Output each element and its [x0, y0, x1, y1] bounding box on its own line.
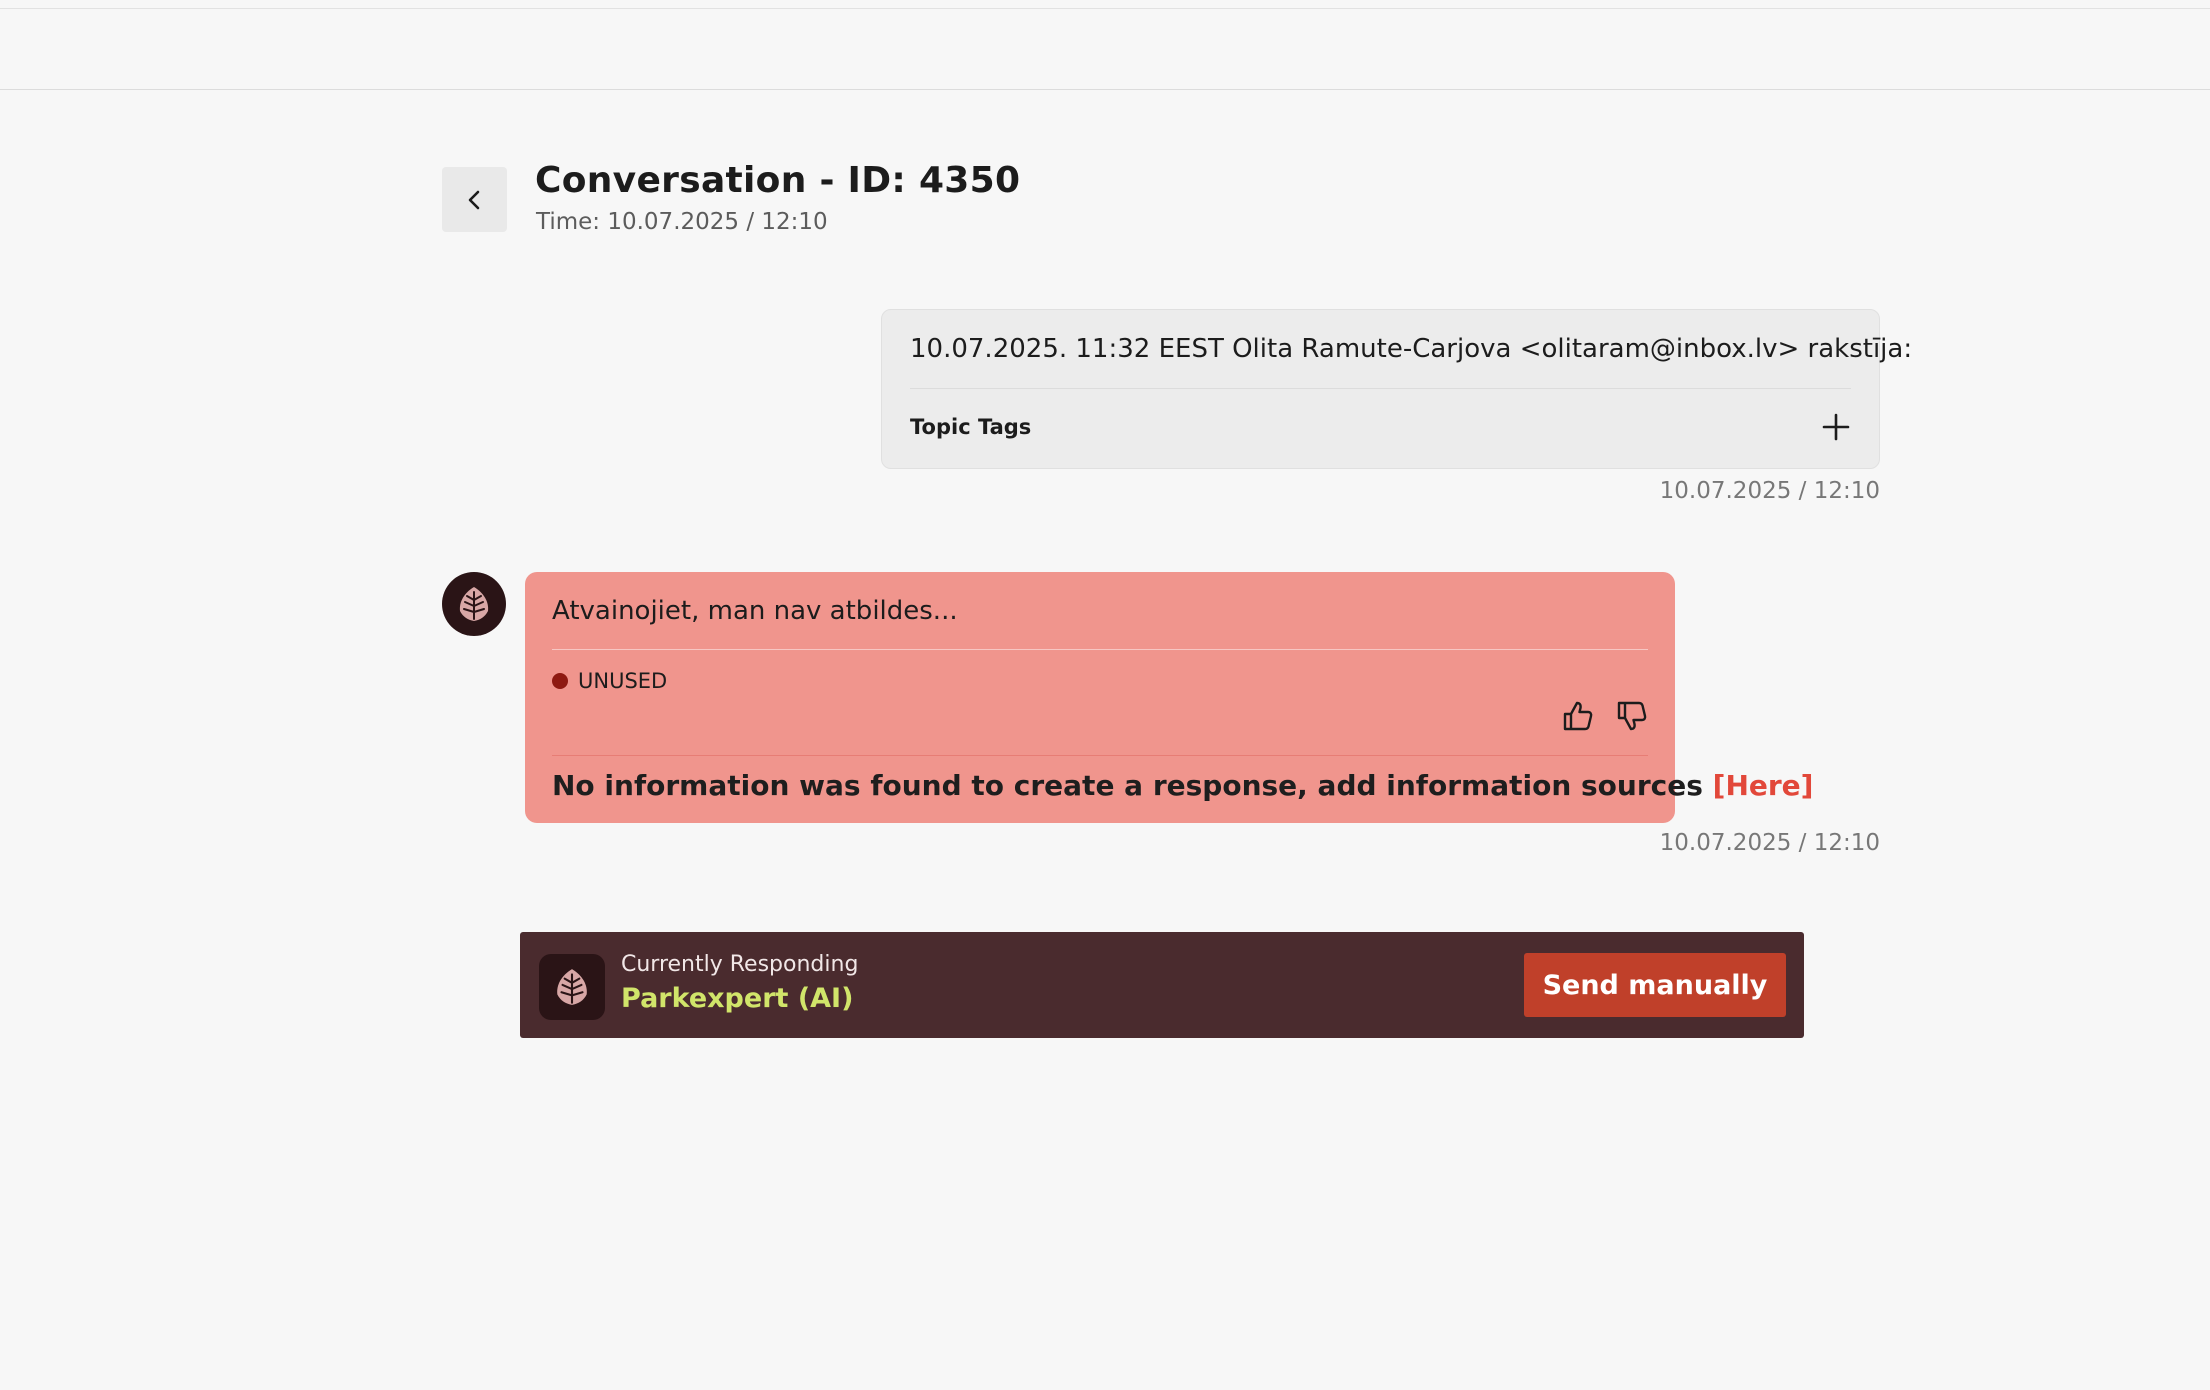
no-information-text: No information was found to create a res… — [552, 769, 1703, 802]
thumbs-down-icon[interactable] — [1615, 699, 1649, 733]
send-manually-button[interactable]: Send manually — [1524, 953, 1786, 1017]
top-bar — [0, 0, 2210, 90]
status-badge: UNUSED — [552, 669, 667, 693]
plus-icon[interactable] — [1821, 412, 1851, 442]
divider — [910, 388, 1851, 389]
user-message-text: 10.07.2025. 11:32 EEST Olita Ramute-Carj… — [910, 334, 1913, 364]
responder-bar: Currently Responding Parkexpert (AI) Sen… — [520, 932, 1804, 1038]
user-message-bubble: 10.07.2025. 11:32 EEST Olita Ramute-Carj… — [881, 309, 1912, 469]
responder-label: Currently Responding — [621, 952, 859, 977]
back-button[interactable] — [442, 167, 507, 232]
status-dot — [552, 673, 568, 689]
status-label: UNUSED — [578, 669, 668, 693]
thumbs-up-icon[interactable] — [1561, 699, 1595, 733]
topic-tags-label: Topic Tags — [910, 415, 1032, 439]
page-title: Conversation - ID: 4350 — [535, 160, 1021, 201]
add-sources-link[interactable]: [Here] — [1713, 769, 1814, 802]
bot-message-timestamp: 10.07.2025 / 12:10 — [1659, 830, 1880, 856]
divider — [552, 649, 1648, 650]
responder-avatar — [539, 954, 605, 1020]
top-divider — [0, 8, 2210, 9]
divider — [552, 755, 1648, 756]
conversation-time: Time: 10.07.2025 / 12:10 — [536, 209, 828, 235]
bot-avatar — [442, 572, 506, 636]
bot-message-bubble: Atvainojiet, man nav atbildes... UNUSED … — [525, 572, 1813, 823]
bot-message-text: Atvainojiet, man nav atbildes... — [552, 596, 958, 626]
no-information-notice: No information was found to create a res… — [552, 769, 1813, 802]
leaf-logo-icon — [459, 587, 489, 621]
user-message-timestamp: 10.07.2025 / 12:10 — [1659, 478, 1880, 504]
responder-name: Parkexpert (AI) — [621, 983, 854, 1014]
leaf-logo-icon — [557, 969, 587, 1005]
chevron-left-icon — [468, 190, 479, 209]
